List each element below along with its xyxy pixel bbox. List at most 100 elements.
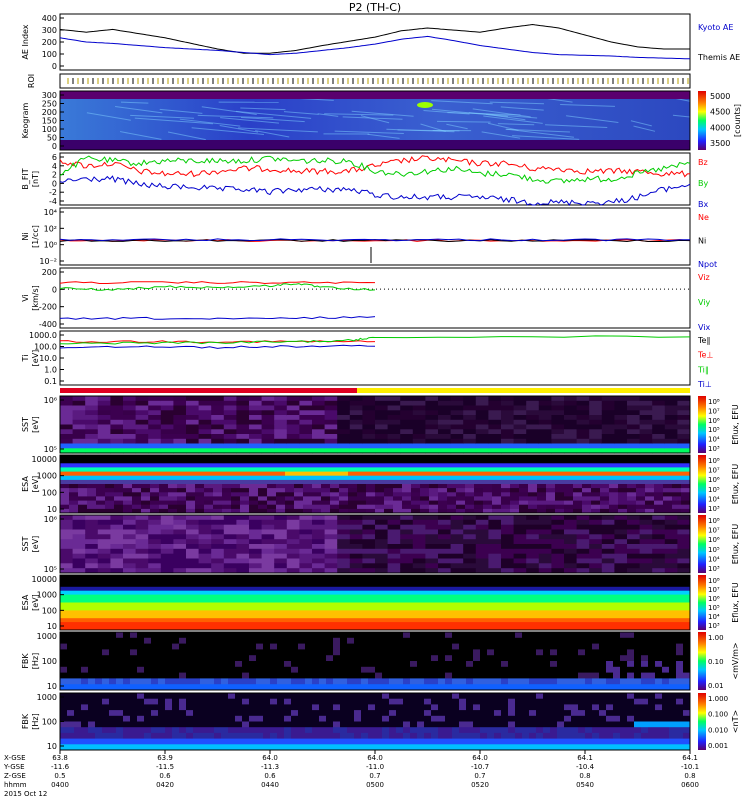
fbk_e-pixel: [193, 672, 201, 679]
fbk_b-pixel: [312, 710, 320, 717]
esa_i-pixel: [573, 471, 583, 477]
fbk_b-pixel: [130, 710, 138, 717]
fbk_b-pixel: [158, 693, 166, 700]
sst_i-pixel: [160, 443, 174, 449]
esa_i-pixel: [420, 484, 430, 489]
esa_i-pixel: [519, 488, 529, 493]
esa_i-pixel: [384, 455, 394, 460]
fbk_e-pixel: [270, 678, 278, 685]
fbk_e-pixel: [487, 643, 495, 650]
fbk_e-pixel: [529, 678, 537, 685]
sst_e-pixel: [526, 548, 540, 555]
fbk_b-pixel: [109, 727, 117, 734]
esa_e-pixel: [177, 590, 187, 596]
fbk_b-pixel: [102, 738, 110, 745]
esa_i-pixel: [339, 484, 349, 489]
fbk_e-pixel: [410, 632, 418, 639]
fbk_e-pixel: [74, 666, 82, 674]
fbk_e-pixel: [298, 678, 306, 685]
sst_i-pixel: [513, 419, 527, 426]
sst_i-pixel: [299, 396, 313, 402]
fbk_e-pixel: [620, 678, 628, 685]
fbk_e-pixel: [585, 632, 593, 639]
esa_e-pixel: [501, 614, 511, 619]
esa_i-colorbar-tick: 10⁴: [708, 495, 720, 503]
sst_i-pixel: [110, 396, 124, 402]
sst_i-pixel: [274, 429, 288, 435]
esa_e-pixel: [447, 578, 457, 584]
esa_e-pixel: [411, 610, 421, 615]
fbk_b-pixel: [354, 710, 362, 717]
fbk_b-pixel: [172, 721, 180, 728]
esa_i-pixel: [564, 504, 574, 510]
sst_e-pixel: [60, 529, 74, 535]
sst_i-pixel: [135, 415, 149, 421]
esa_e-pixel: [213, 606, 223, 611]
fbk_e-pixel: [375, 649, 383, 656]
esa_i-pixel: [105, 484, 115, 489]
sst_e-pixel: [110, 548, 124, 555]
fbk_e-pixel: [473, 655, 481, 662]
sst_e-pixel: [135, 558, 149, 564]
esa_i-pixel: [267, 496, 277, 501]
fbk_e-pixel: [368, 649, 376, 656]
sst_e-pixel: [362, 519, 376, 526]
fbk_b-pixel: [403, 693, 411, 700]
sst_i-pixel: [463, 443, 477, 449]
sst_e-pixel: [85, 563, 99, 569]
fbk_e-pixel: [662, 678, 670, 685]
esa_i-pixel: [600, 496, 610, 501]
sst_e-pixel: [198, 534, 212, 540]
esa_e-pixel: [573, 606, 583, 611]
esa_i-pixel: [321, 463, 331, 468]
fbk_e-pixel: [662, 643, 670, 650]
sst_e-pixel: [387, 529, 401, 535]
sst_i-pixel: [664, 429, 678, 435]
esa_i-pixel: [249, 496, 259, 501]
esa_i-pixel: [375, 467, 385, 472]
sst_i-pixel: [160, 434, 174, 440]
sst_i-pixel: [463, 400, 477, 407]
esa_i-pixel: [519, 496, 529, 501]
esa_e-pixel: [150, 602, 160, 607]
esa_i-pixel: [294, 504, 304, 510]
fbk_b-pixel: [312, 732, 320, 740]
esa_i-pixel: [177, 496, 187, 501]
sst_i-pixel: [261, 415, 275, 421]
esa_i-pixel: [492, 488, 502, 493]
sst_i-pixel: [110, 429, 124, 435]
esa_e-pixel: [330, 578, 340, 584]
fbk_b-pixel: [67, 710, 75, 717]
esa_i-pixel: [60, 479, 70, 485]
esa_e-pixel: [294, 598, 304, 603]
fbk_e-pixel: [683, 661, 691, 668]
fbk_e-pixel: [599, 678, 607, 685]
sst_e-pixel: [425, 553, 439, 559]
fbk_e-pixel: [466, 637, 474, 645]
sst_i-pixel: [627, 405, 641, 411]
esa_i-pixel: [591, 455, 601, 460]
esa_e-pixel: [636, 582, 646, 588]
esa_e-pixel: [384, 618, 394, 623]
sst_e-pixel: [488, 563, 502, 569]
esa_i-pixel: [456, 496, 466, 501]
esa_i-pixel: [519, 492, 529, 497]
fbk_b-pixel: [424, 704, 432, 711]
fbk_b-pixel: [333, 704, 341, 711]
esa_i-pixel: [618, 496, 628, 501]
sst_e-pixel: [60, 519, 74, 526]
fbk_e-pixel: [466, 643, 474, 650]
fbk_e-pixel: [606, 643, 614, 650]
sst_i-pixel: [576, 410, 590, 416]
esa_i-pixel: [393, 496, 403, 501]
sst_e-pixel: [438, 544, 452, 550]
sst_i-pixel: [274, 434, 288, 440]
esa_i-pixel: [123, 467, 133, 472]
esa_i-ytick-label: 100: [42, 488, 57, 497]
esa_e-pixel: [474, 582, 484, 588]
esa_e-pixel: [78, 622, 88, 627]
esa_i-pixel: [285, 455, 295, 460]
fbk_b-pixel: [242, 693, 250, 700]
esa_i-pixel: [591, 500, 601, 506]
fbk_b-pixel: [375, 738, 383, 745]
